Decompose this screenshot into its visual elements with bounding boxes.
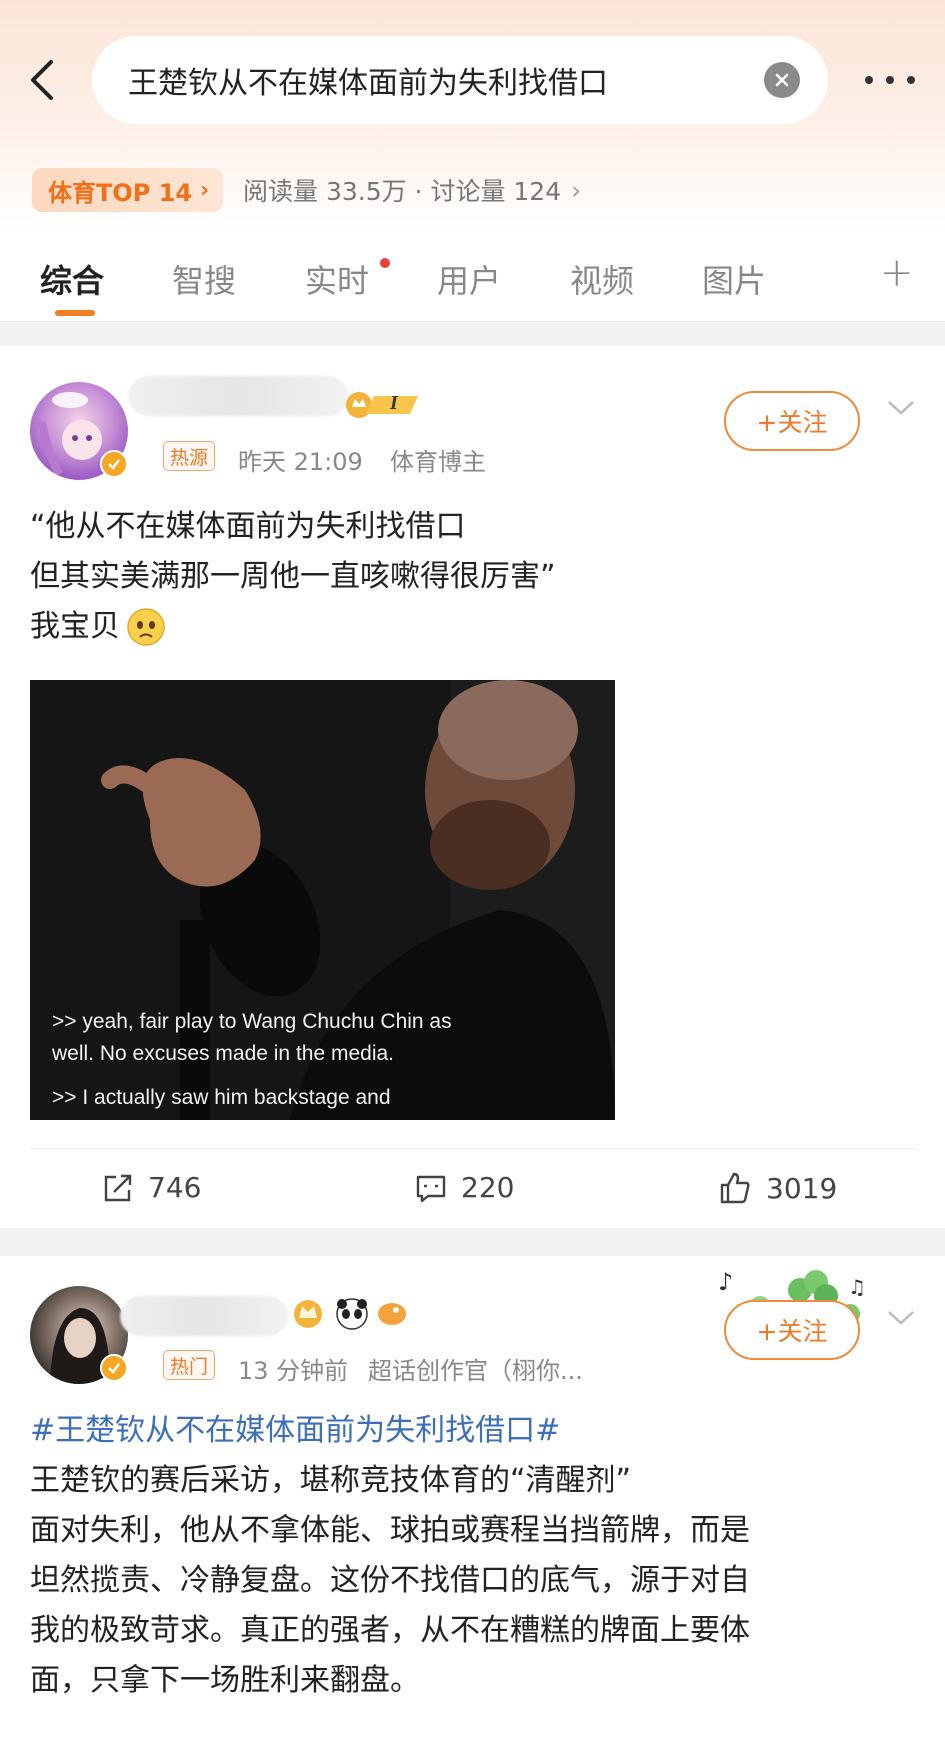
tab-videos[interactable]: 视频 (570, 256, 634, 302)
more-button[interactable] (865, 62, 915, 98)
level-badge-text: I (390, 392, 398, 414)
hot-badge: 热门 (163, 1350, 216, 1380)
like-count: 3019 (766, 1171, 838, 1205)
comment-count: 220 (461, 1171, 515, 1204)
back-button[interactable] (22, 58, 62, 102)
chevron-down-icon[interactable] (886, 1308, 916, 1328)
post-time: 13 分钟前 (238, 1357, 349, 1385)
topic-stats-text: 阅读量 33.5万 · 讨论量 124 (243, 177, 562, 206)
post-line: 我的极致苛求。真正的强者，从不在糟糕的牌面上要体 (30, 1613, 750, 1648)
verified-badge-icon (100, 450, 128, 478)
chevron-down-icon[interactable] (886, 398, 916, 418)
username-blurred[interactable] (120, 1296, 288, 1336)
chevron-right-icon: › (571, 175, 582, 205)
user-badges (290, 1296, 410, 1332)
search-query-text: 王楚钦从不在媒体面前为失利找借口 (128, 66, 608, 101)
post-line: 坦然揽责、冷静复盘。这份不找借口的底气，源于对自 (30, 1563, 750, 1598)
repost-icon (104, 1174, 132, 1201)
chevron-right-icon: › (200, 177, 210, 203)
add-tab-icon[interactable]: + (880, 250, 914, 296)
topic-rank-tag[interactable]: 体育TOP 14 › (32, 168, 224, 212)
tab-realtime[interactable]: 实时 (305, 256, 369, 302)
svg-text:♪: ♪ (718, 1268, 733, 1296)
post-line: 王楚钦的赛后采访，堪称竞技体育的“清醒剂” (30, 1463, 632, 1498)
like-icon (720, 1172, 750, 1204)
repost-button[interactable]: 746 (102, 1171, 201, 1204)
verified-badge-icon (100, 1354, 128, 1382)
follow-button[interactable]: +关注 (724, 1300, 860, 1360)
hot-source-badge: 热源 (163, 441, 216, 471)
topic-rank-label: 体育TOP 14 (48, 178, 193, 207)
post-line: 但其实美满那一周他一直咳嗽得很厉害” (30, 559, 556, 594)
comment-button[interactable]: 220 (415, 1171, 514, 1204)
more-icon (865, 76, 873, 84)
active-tab-indicator (55, 310, 95, 316)
hashtag-link[interactable]: #王楚钦从不在媒体面前为失利找借口# (30, 1406, 750, 1456)
tab-images[interactable]: 图片 (702, 256, 766, 302)
clear-icon (775, 73, 789, 87)
post-time: 昨天 21:09 (238, 448, 363, 476)
level-badge-icon: I (344, 390, 424, 420)
video-thumbnail[interactable]: >> yeah, fair play to Wang Chuchu Chin a… (30, 680, 615, 1120)
post-body: “他从不在媒体面前为失利找借口 但其实美满那一周他一直咳嗽得很厉害” 我宝贝 (30, 502, 556, 652)
video-subtitle: >> I actually saw him backstage and (52, 1086, 391, 1109)
search-header: 王楚钦从不在媒体面前为失利找借口 体育TOP 14 › 阅读量 33.5万 · … (0, 0, 945, 230)
post-line: “他从不在媒体面前为失利找借口 (30, 509, 466, 544)
tab-smart-search[interactable]: 智搜 (172, 256, 236, 302)
repost-count: 746 (148, 1171, 202, 1204)
new-dot-badge (380, 258, 390, 268)
video-subtitle: well. No excuses made in the media. (52, 1042, 394, 1065)
svg-text:♫: ♫ (848, 1275, 866, 1299)
author-role: 超话创作官（栩你... (368, 1357, 583, 1385)
tab-users[interactable]: 用户 (437, 256, 501, 302)
back-arrow-icon (31, 60, 53, 100)
post-card: 热门 13 分钟前 超话创作官（栩你... ♪ ♫ +关注 #王楚钦从不在媒体面… (0, 1256, 945, 1756)
post-line: 面对失利，他从不拿体能、球拍或赛程当挡箭牌，而是 (30, 1513, 750, 1548)
search-tabs: 综合 智搜 实时 用户 视频 图片 + (0, 230, 945, 322)
clear-search-button[interactable] (764, 62, 800, 98)
search-input[interactable]: 王楚钦从不在媒体面前为失利找借口 (92, 36, 828, 124)
topic-stats[interactable]: 阅读量 33.5万 · 讨论量 124 › (243, 172, 581, 208)
sad-face-emoji-icon (127, 608, 165, 646)
post-body: #王楚钦从不在媒体面前为失利找借口# 王楚钦的赛后采访，堪称竞技体育的“清醒剂”… (30, 1406, 750, 1706)
comment-icon (416, 1175, 446, 1202)
tab-comprehensive[interactable]: 综合 (40, 256, 104, 302)
username-blurred[interactable] (128, 376, 348, 416)
follow-button[interactable]: +关注 (724, 391, 860, 451)
video-subtitle: >> yeah, fair play to Wang Chuchu Chin a… (52, 1010, 452, 1033)
like-button[interactable]: 3019 (718, 1171, 837, 1205)
post-line: 面，只拿下一场胜利来翻盘。 (30, 1663, 420, 1698)
post-action-bar: 746 220 3019 (30, 1148, 915, 1228)
author-role: 体育博主 (390, 448, 486, 476)
post-line: 我宝贝 (30, 609, 120, 644)
